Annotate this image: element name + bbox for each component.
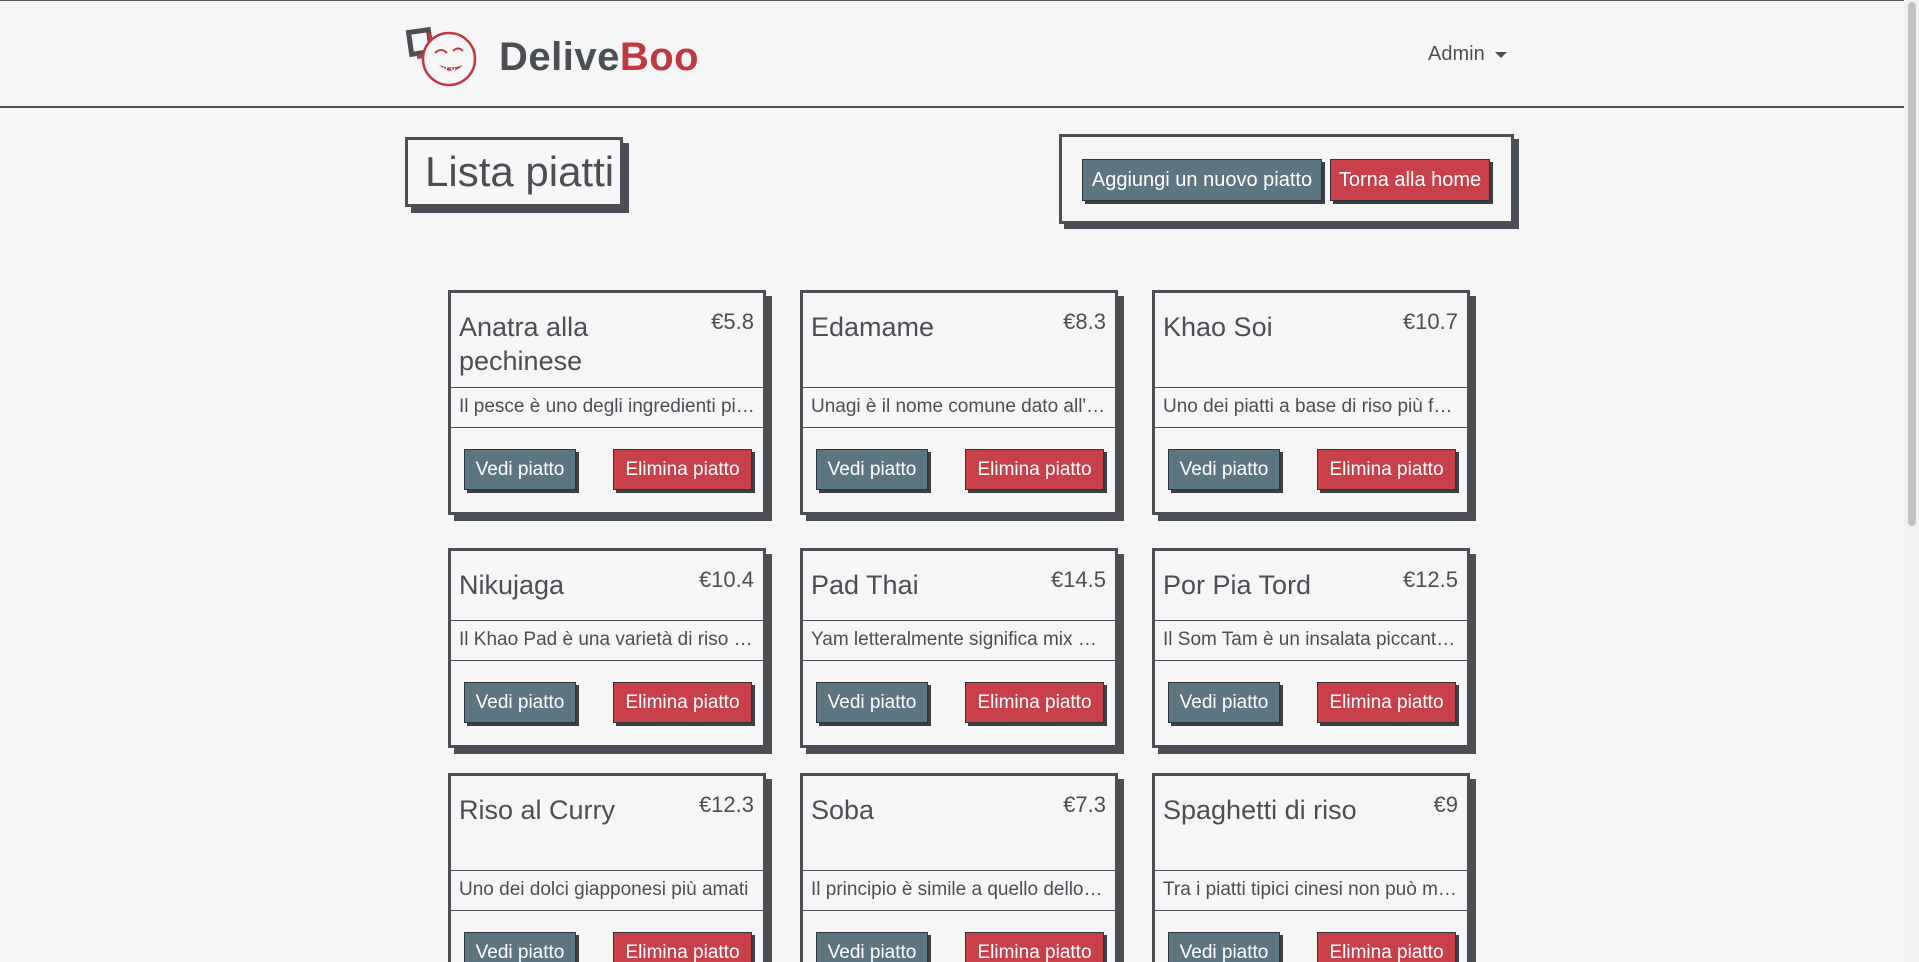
- dish-description: Unagi è il nome comune dato all'anguilla…: [803, 388, 1115, 428]
- view-dish-button[interactable]: Vedi piatto: [816, 682, 928, 723]
- delete-dish-button[interactable]: Elimina piatto: [965, 932, 1104, 962]
- view-dish-button[interactable]: Vedi piatto: [816, 932, 928, 962]
- delete-dish-button[interactable]: Elimina piatto: [965, 682, 1104, 723]
- ghost-logo-icon: [405, 26, 477, 87]
- brand-name-part1: Delive: [499, 34, 620, 79]
- delete-dish-button[interactable]: Elimina piatto: [613, 932, 752, 962]
- view-dish-button[interactable]: Vedi piatto: [464, 449, 576, 490]
- dish-price: €12.5: [1402, 567, 1458, 592]
- dish-description: Yam letteralmente significa mix di ingre…: [803, 621, 1115, 661]
- dish-card-header: Soba €7.3: [803, 776, 1115, 871]
- navbar: DeliveBoo Admin: [0, 0, 1919, 108]
- dish-card: Khao Soi €10.7 Uno dei piatti a base di …: [1152, 290, 1470, 515]
- dish-card-header: Edamame €8.3: [803, 293, 1115, 388]
- dish-card: Anatra alla pechinese €5.8 Il pesce è un…: [448, 290, 766, 515]
- dish-card-footer: Vedi piatto Elimina piatto: [1155, 428, 1467, 512]
- delete-dish-button[interactable]: Elimina piatto: [1317, 932, 1456, 962]
- dish-price: €10.4: [698, 567, 754, 592]
- dish-card-header: Por Pia Tord €12.5: [1155, 551, 1467, 621]
- dish-card-header: Anatra alla pechinese €5.8: [451, 293, 763, 388]
- page-title: Lista piatti: [425, 148, 615, 195]
- dish-card-footer: Vedi piatto Elimina piatto: [1155, 661, 1467, 745]
- dish-description: Uno dei piatti a base di riso più famosi: [1155, 388, 1467, 428]
- dish-card: Edamame €8.3 Unagi è il nome comune dato…: [800, 290, 1118, 515]
- page-actions: Aggiungi un nuovo piatto Torna alla home: [1059, 134, 1514, 224]
- scrollbar[interactable]: [1904, 0, 1919, 962]
- dish-price: €10.7: [1402, 309, 1458, 334]
- caret-down-icon: [1494, 51, 1507, 58]
- dish-card-footer: Vedi piatto Elimina piatto: [803, 661, 1115, 745]
- dish-description: Il pesce è uno degli ingredienti più uti…: [451, 388, 763, 428]
- dish-description: Tra i piatti tipici cinesi non può manca…: [1155, 871, 1467, 911]
- dish-card-footer: Vedi piatto Elimina piatto: [451, 911, 763, 962]
- dish-name: Khao Soi: [1163, 312, 1273, 342]
- dish-card-footer: Vedi piatto Elimina piatto: [803, 911, 1115, 962]
- dish-card-header: Nikujaga €10.4: [451, 551, 763, 621]
- dish-card-header: Pad Thai €14.5: [803, 551, 1115, 621]
- delete-dish-button[interactable]: Elimina piatto: [1317, 449, 1456, 490]
- dish-description: Il principio è simile a quello dello sha…: [803, 871, 1115, 911]
- dish-card-header: Riso al Curry €12.3: [451, 776, 763, 871]
- view-dish-button[interactable]: Vedi piatto: [464, 682, 576, 723]
- delete-dish-button[interactable]: Elimina piatto: [965, 449, 1104, 490]
- brand-logo-link[interactable]: DeliveBoo: [403, 25, 699, 89]
- dish-name: Anatra alla pechinese: [459, 312, 589, 376]
- view-dish-button[interactable]: Vedi piatto: [1168, 932, 1280, 962]
- dish-description: Uno dei dolci giapponesi più amati: [451, 871, 763, 911]
- brand-name-part2: Boo: [619, 34, 700, 79]
- scrollbar-thumb[interactable]: [1908, 2, 1916, 526]
- view-dish-button[interactable]: Vedi piatto: [464, 932, 576, 962]
- delete-dish-button[interactable]: Elimina piatto: [613, 449, 752, 490]
- dish-card-header: Spaghetti di riso €9: [1155, 776, 1467, 871]
- dish-card: Por Pia Tord €12.5 Il Som Tam è un insal…: [1152, 548, 1470, 748]
- user-menu-dropdown[interactable]: Admin: [1428, 43, 1507, 66]
- dish-name: Nikujaga: [459, 570, 565, 600]
- dish-card-footer: Vedi piatto Elimina piatto: [803, 428, 1115, 512]
- view-dish-button[interactable]: Vedi piatto: [816, 449, 928, 490]
- dish-name: Riso al Curry: [459, 795, 616, 825]
- dish-price: €14.5: [1050, 567, 1106, 592]
- view-dish-button[interactable]: Vedi piatto: [1168, 449, 1280, 490]
- dish-card-footer: Vedi piatto Elimina piatto: [451, 428, 763, 512]
- page-title-box: Lista piatti: [405, 137, 623, 207]
- dish-description: Il Khao Pad è una varietà di riso fritto…: [451, 621, 763, 661]
- dish-name: Edamame: [811, 312, 935, 342]
- dish-price: €8.3: [1063, 309, 1106, 334]
- view-dish-button[interactable]: Vedi piatto: [1168, 682, 1280, 723]
- dish-card-footer: Vedi piatto Elimina piatto: [1155, 911, 1467, 962]
- dish-card: Riso al Curry €12.3 Uno dei dolci giappo…: [448, 773, 766, 962]
- user-menu-label: Admin: [1428, 43, 1485, 65]
- dish-card-header: Khao Soi €10.7: [1155, 293, 1467, 388]
- dish-price: €7.3: [1063, 792, 1106, 817]
- dish-card: Nikujaga €10.4 Il Khao Pad è una varietà…: [448, 548, 766, 748]
- dish-name: Pad Thai: [811, 570, 919, 600]
- dish-name: Por Pia Tord: [1163, 570, 1312, 600]
- dish-card: Soba €7.3 Il principio è simile a quello…: [800, 773, 1118, 962]
- dish-description: Il Som Tam è un insalata piccante di pap…: [1155, 621, 1467, 661]
- brand-name: DeliveBoo: [499, 35, 699, 80]
- dish-name: Soba: [811, 795, 875, 825]
- dish-price: €12.3: [698, 792, 754, 817]
- dish-card: Pad Thai €14.5 Yam letteralmente signifi…: [800, 548, 1118, 748]
- dish-card: Spaghetti di riso €9 Tra i piatti tipici…: [1152, 773, 1470, 962]
- dish-price: €5.8: [711, 309, 754, 334]
- dish-name: Spaghetti di riso: [1163, 795, 1357, 825]
- back-home-button[interactable]: Torna alla home: [1330, 159, 1490, 201]
- delete-dish-button[interactable]: Elimina piatto: [1317, 682, 1456, 723]
- dish-price: €9: [1433, 792, 1458, 817]
- dish-card-footer: Vedi piatto Elimina piatto: [451, 661, 763, 745]
- delete-dish-button[interactable]: Elimina piatto: [613, 682, 752, 723]
- add-dish-button[interactable]: Aggiungi un nuovo piatto: [1082, 159, 1322, 201]
